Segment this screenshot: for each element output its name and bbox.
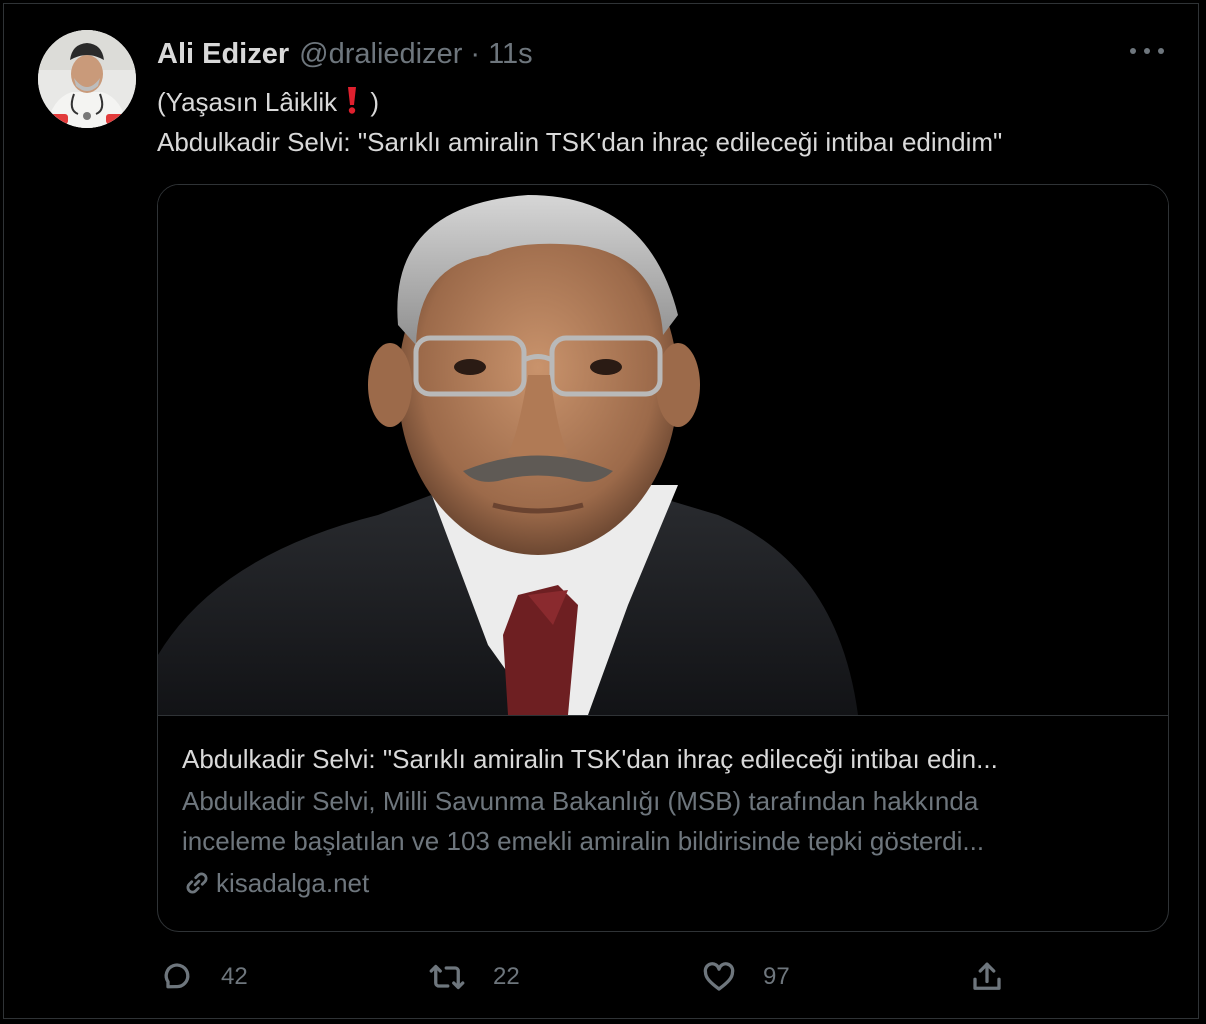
author-handle[interactable]: @draliedizer	[299, 38, 462, 71]
tweet-actions: 42 22 97	[157, 952, 1037, 1002]
share-upload-icon	[973, 962, 1001, 990]
heart-icon	[703, 962, 735, 991]
more-horizontal-icon	[1158, 48, 1164, 54]
tweet-text-line-1: (Yaşasın Lâiklik )	[157, 82, 1167, 122]
share-button[interactable]	[969, 952, 1005, 1002]
tweet-text-line-2: Abdulkadir Selvi: "Sarıklı amiralin TSK'…	[157, 127, 1003, 157]
more-horizontal-icon	[1130, 48, 1136, 54]
card-portrait-image	[158, 185, 1168, 715]
tweet[interactable]: Ali Edizer @draliedizer · 11s (Yaşasın L…	[3, 3, 1199, 1019]
reply-button[interactable]: 42	[159, 952, 248, 1002]
red-exclamation-emoji	[348, 87, 357, 114]
tweet-text-line-1-end: )	[370, 87, 380, 117]
card-domain-text: kisadalga.net	[216, 868, 370, 898]
retweet-button[interactable]: 22	[427, 952, 520, 1002]
reply-bubble-icon	[164, 963, 190, 989]
card-domain[interactable]: kisadalga.net	[182, 863, 1148, 903]
author-display-name[interactable]: Ali Edizer	[157, 38, 289, 71]
card-body: Abdulkadir Selvi: "Sarıklı amiralin TSK'…	[182, 741, 1148, 903]
tweet-text: (Yaşasın Lâiklik ) Abdulkadir Selvi: "Sa…	[157, 82, 1167, 162]
card-description-line-2: inceleme başlatılan ve 103 emekli amiral…	[182, 826, 985, 856]
card-description: Abdulkadir Selvi, Milli Savunma Bakanlığ…	[182, 781, 1148, 861]
card-image[interactable]	[158, 185, 1168, 716]
tweet-timestamp[interactable]: 11s	[488, 38, 533, 71]
separator-dot: ·	[470, 37, 481, 70]
reply-count: 42	[221, 963, 248, 990]
tweet-header: Ali Edizer @draliedizer · 11s	[157, 34, 533, 74]
tweet-text-line-1-start: (Yaşasın Lâiklik	[157, 87, 338, 117]
like-button[interactable]: 97	[701, 952, 790, 1002]
retweet-icon	[429, 964, 465, 990]
author-avatar[interactable]	[38, 30, 136, 128]
card-description-line-1: Abdulkadir Selvi, Milli Savunma Bakanlığ…	[182, 786, 979, 816]
like-count: 97	[763, 963, 790, 990]
avatar-photo	[38, 30, 136, 128]
more-horizontal-icon	[1144, 48, 1150, 54]
card-title[interactable]: Abdulkadir Selvi: "Sarıklı amiralin TSK'…	[182, 741, 1148, 777]
more-options-button[interactable]	[1130, 44, 1164, 58]
retweet-count: 22	[493, 963, 520, 990]
link-preview-card[interactable]: Abdulkadir Selvi: "Sarıklı amiralin TSK'…	[157, 184, 1169, 932]
link-icon	[186, 872, 208, 894]
